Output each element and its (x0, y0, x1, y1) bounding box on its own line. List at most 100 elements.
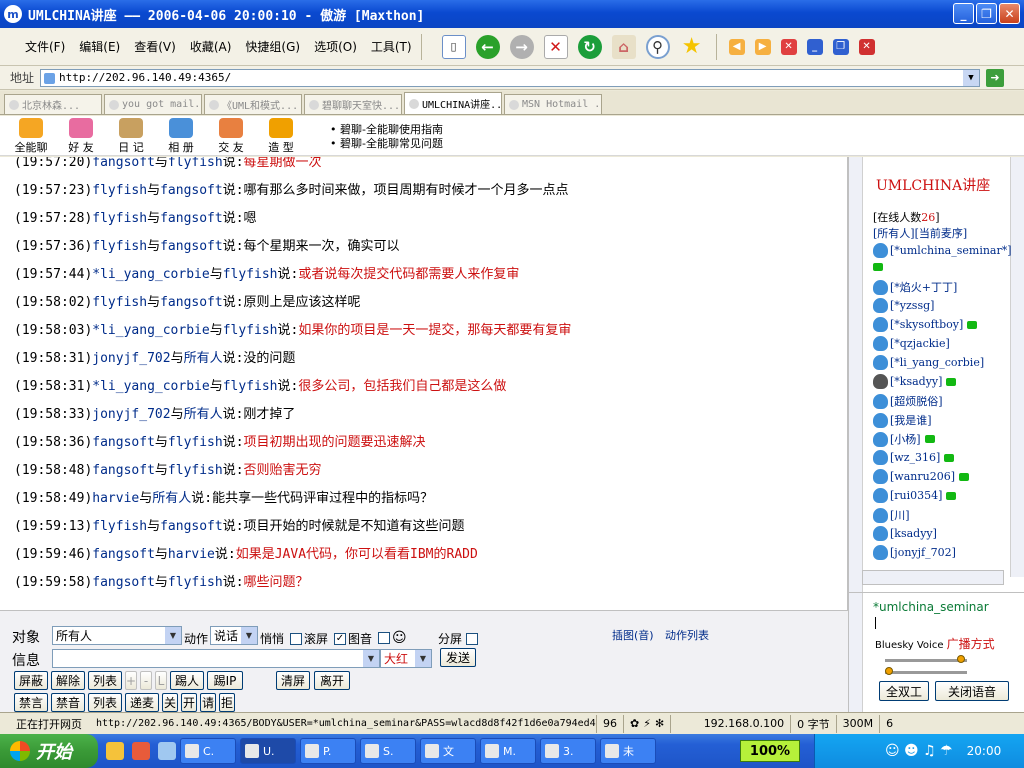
user-list-item[interactable]: [ksadyy] (873, 526, 937, 541)
taskbar-task[interactable]: U. (240, 738, 296, 764)
taskbar-task[interactable]: 未 (600, 738, 656, 764)
voice-scrollbar[interactable] (849, 593, 863, 713)
panel-button[interactable]: 禁言 (14, 693, 48, 712)
quicklaunch-icon[interactable] (132, 742, 150, 760)
forward-icon[interactable]: → (509, 34, 534, 59)
guide-link[interactable]: 碧聊-全能聊常见问题 (330, 137, 443, 151)
tab[interactable]: 碧聊聊天室快... (304, 94, 402, 114)
user-list-item[interactable]: [*焰火+丁丁] (873, 279, 957, 295)
tab[interactable]: you got mail... (104, 94, 202, 114)
mic-knob[interactable] (885, 667, 893, 675)
user-list-item[interactable]: [wz_316] (873, 450, 955, 465)
image-checkbox[interactable]: ✓ 图音 (334, 630, 372, 647)
panel-button[interactable]: 踢人 (170, 671, 204, 690)
menu-item[interactable]: 查看(V) (127, 38, 183, 55)
address-dropdown-icon[interactable]: ▼ (963, 69, 979, 86)
app-tool-button[interactable]: 交 友 (206, 118, 256, 155)
minimize-button[interactable]: _ (953, 3, 974, 24)
back-icon[interactable]: ← (475, 34, 500, 59)
split-checkbox[interactable]: 分屏 (438, 630, 480, 647)
panel-button[interactable]: 开 (181, 693, 197, 712)
restore-tab-icon[interactable]: ❐ (832, 38, 849, 55)
panel-button[interactable]: 拒 (219, 693, 235, 712)
user-list-item[interactable]: [wanru206] (873, 469, 969, 484)
new-page-icon[interactable]: ▯ (441, 34, 466, 59)
guide-link[interactable]: 碧聊-全能聊使用指南 (330, 123, 443, 137)
panel-button[interactable]: 递麦 (125, 693, 159, 712)
app-tool-button[interactable]: 好 友 (56, 118, 106, 155)
go-icon[interactable]: ➜ (986, 68, 1004, 87)
message-input[interactable] (52, 649, 380, 668)
scroll-checkbox[interactable]: 滚屏 (290, 630, 328, 647)
quicklaunch-icon[interactable] (158, 742, 176, 760)
search-icon[interactable]: ⚲ (645, 34, 670, 59)
volume-knob[interactable] (957, 655, 965, 663)
close-window-icon[interactable]: ✕ (858, 38, 875, 55)
user-list-item[interactable]: [*li_yang_corbie] (873, 355, 984, 370)
clear-screen-button[interactable]: 清屏 (276, 671, 310, 690)
menu-item[interactable]: 文件(F) (18, 38, 72, 55)
user-list-item[interactable]: [*skysoftboy] (873, 317, 978, 332)
user-list-item[interactable]: [*qzjackie] (873, 336, 950, 351)
app-tool-button[interactable]: 日 记 (106, 118, 156, 155)
panel-button[interactable]: 踢IP (207, 671, 243, 690)
target-select[interactable]: 所有人 (52, 626, 182, 645)
panel-button[interactable]: 列表 (88, 693, 122, 712)
tab[interactable]: UMLCHINA讲座... (404, 92, 502, 114)
taskbar-task[interactable]: C. (180, 738, 236, 764)
taskbar-task[interactable]: S. (360, 738, 416, 764)
close-voice-button[interactable]: 关闭语音 (935, 681, 1009, 701)
zoom-level[interactable]: 100% (740, 740, 800, 762)
user-list-item[interactable]: [*yzssg] (873, 298, 934, 313)
color-select[interactable]: 大红 (380, 649, 432, 668)
user-list-item[interactable]: [*umlchina_seminar*] (873, 243, 1012, 258)
user-list-hscrollbar[interactable] (862, 570, 1004, 585)
panel-scrollbar[interactable] (849, 157, 863, 592)
menu-item[interactable]: 选项(O) (307, 38, 364, 55)
mic-slider[interactable] (885, 671, 967, 674)
home-icon[interactable]: ⌂ (611, 34, 636, 59)
menu-item[interactable]: 收藏(A) (183, 38, 239, 55)
user-list-item[interactable]: [超烦脱俗] (873, 393, 943, 409)
send-button[interactable]: 发送 (440, 648, 476, 667)
restore-button[interactable]: ❐ (976, 3, 997, 24)
app-tool-button[interactable]: 相 册 (156, 118, 206, 155)
action-list-link[interactable]: 动作列表 (665, 627, 709, 643)
user-list-item[interactable]: [rui0354] (873, 488, 957, 503)
favorites-star-icon[interactable]: ★ (680, 34, 704, 59)
taskbar-task[interactable]: M. (480, 738, 536, 764)
start-button[interactable]: 开始 (0, 734, 98, 768)
panel-button[interactable]: - (140, 671, 152, 690)
app-tool-button[interactable]: 全能聊 (6, 118, 56, 155)
whisper-checkbox[interactable]: 悄悄 (260, 630, 284, 647)
stop-icon[interactable]: ✕ (543, 34, 568, 59)
taskbar-task[interactable]: 文 (420, 738, 476, 764)
tab[interactable]: MSN Hotmail ... (504, 94, 602, 114)
panel-button[interactable]: + (125, 671, 137, 690)
tray-icons[interactable]: ☺ ☻ ♫ ☂ (885, 743, 953, 759)
user-filter-links[interactable]: [所有人][当前麦序] (873, 225, 967, 241)
user-list-item[interactable]: [川] (873, 507, 910, 523)
volume-slider[interactable] (885, 659, 967, 662)
prev-tab-icon[interactable]: ◀ (728, 38, 745, 55)
address-input[interactable]: http://202.96.140.49:4365/ ▼ (40, 68, 980, 87)
panel-button[interactable]: 请 (200, 693, 216, 712)
app-tool-button[interactable]: 造 型 (256, 118, 306, 155)
minimize-tab-icon[interactable]: _ (806, 38, 823, 55)
taskbar-task[interactable]: 3. (540, 738, 596, 764)
panel-button[interactable]: 解除 (51, 671, 85, 690)
user-list-item[interactable]: [小杨] (873, 431, 935, 447)
menu-item[interactable]: 工具(T) (364, 38, 419, 55)
user-list-item[interactable]: [*ksadyy] (873, 374, 957, 389)
tab[interactable]: 北京林森... (4, 94, 102, 114)
full-duplex-button[interactable]: 全双工 (879, 681, 929, 701)
panel-button[interactable]: 列表 (88, 671, 122, 690)
close-button[interactable]: ✕ (999, 3, 1020, 24)
user-list-scrollbar[interactable] (1010, 157, 1024, 577)
panel-button[interactable]: 关 (162, 693, 178, 712)
leave-button[interactable]: 离开 (314, 671, 350, 690)
insert-image-link[interactable]: 插图(音) (612, 627, 654, 643)
refresh-icon[interactable]: ↻ (577, 34, 602, 59)
next-tab-icon[interactable]: ▶ (754, 38, 771, 55)
taskbar-task[interactable]: P. (300, 738, 356, 764)
